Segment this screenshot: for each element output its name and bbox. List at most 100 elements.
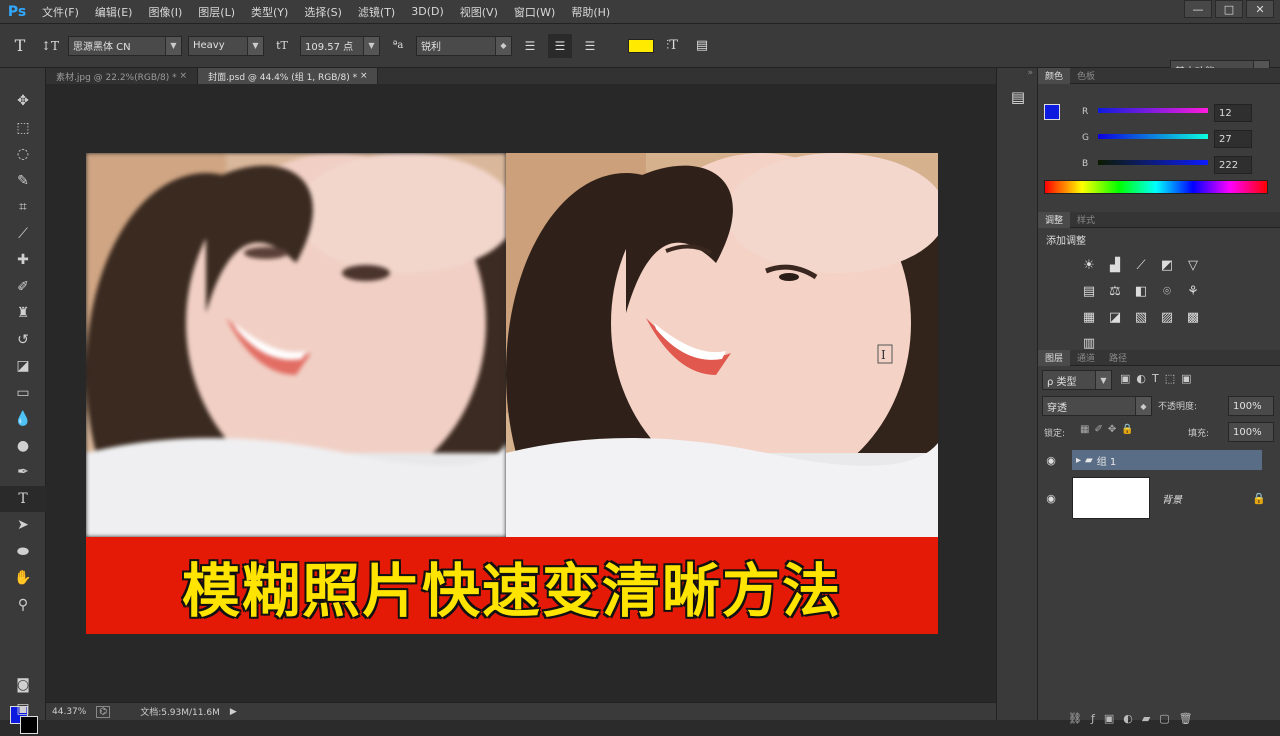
minimize-button[interactable]: — <box>1184 0 1212 18</box>
tab-adjustments[interactable]: 调整 <box>1038 211 1071 228</box>
font-size-select[interactable]: 109.57 点 ▼ <box>300 35 380 56</box>
menu-edit[interactable]: 编辑(E) <box>87 4 141 20</box>
menu-file[interactable]: 文件(F) <box>34 4 87 20</box>
blue-slider[interactable]: B 222 <box>1038 156 1280 178</box>
path-select-tool-icon[interactable]: ➤ <box>0 512 46 539</box>
selective-color-icon[interactable]: ▥ <box>1078 332 1100 354</box>
layer-row-background[interactable]: ◉ 背景 🔒 <box>1038 474 1280 522</box>
screen-mode-icon[interactable]: ▣ <box>0 696 46 723</box>
type-tool-icon[interactable]: T <box>8 34 32 58</box>
tab-color[interactable]: 颜色 <box>1038 67 1071 84</box>
document-canvas[interactable]: I 模糊照片快速变清晰方法 <box>86 153 938 634</box>
zoom-level[interactable]: 44.37% <box>52 707 86 717</box>
lock-icons[interactable]: ▦✐✥🔒 <box>1080 424 1139 435</box>
layer-filter-select[interactable]: ρ 类型 ▼ <box>1042 370 1112 390</box>
gradient-map-icon[interactable]: ▩ <box>1182 306 1204 328</box>
menu-view[interactable]: 视图(V) <box>452 4 506 20</box>
menu-image[interactable]: 图像(I) <box>140 4 190 20</box>
layer-actions[interactable]: ⛓ƒ▣◐▰▢🗑 <box>1068 712 1202 725</box>
align-center-icon[interactable]: ☰ <box>548 33 572 58</box>
vibrance-icon[interactable]: ▽ <box>1182 254 1204 276</box>
color-balance-icon[interactable]: ⚖ <box>1104 280 1126 302</box>
close-button[interactable]: ✕ <box>1246 0 1274 18</box>
green-slider[interactable]: G 27 <box>1038 130 1280 152</box>
blend-mode-select[interactable]: 穿透 ◆ <box>1042 396 1152 416</box>
ellipse-tool-icon[interactable]: ⬬ <box>0 539 46 566</box>
quick-mask-icon[interactable]: ◙ <box>0 672 46 699</box>
threshold-icon[interactable]: ▨ <box>1156 306 1178 328</box>
red-slider[interactable]: R 12 <box>1038 104 1280 126</box>
align-right-icon[interactable]: ☰ <box>578 34 602 58</box>
export-icon[interactable]: ⌬ <box>96 705 111 718</box>
channel-mixer-icon[interactable]: ⚘ <box>1182 280 1204 302</box>
layer-filter-icons[interactable]: ▣◐T⬚▣ <box>1120 372 1198 385</box>
zoom-tool-icon[interactable]: ⚲ <box>0 592 46 619</box>
invert-icon[interactable]: ◪ <box>1104 306 1126 328</box>
tab-source-jpg[interactable]: 素材.jpg @ 22.2%(RGB/8) * × <box>46 68 199 84</box>
maximize-button[interactable]: □ <box>1215 0 1243 18</box>
menu-layer[interactable]: 图层(L) <box>190 4 243 20</box>
blur-tool-icon[interactable]: 💧 <box>0 406 46 433</box>
eye-icon[interactable]: ◉ <box>1038 454 1064 467</box>
crop-tool-icon[interactable]: ⌗ <box>0 194 46 221</box>
font-style-select[interactable]: Heavy ▼ <box>188 35 264 56</box>
posterize-icon[interactable]: ▧ <box>1130 306 1152 328</box>
eye-icon[interactable]: ◉ <box>1038 492 1064 505</box>
tab-cover-psd[interactable]: 封面.psd @ 44.4% (组 1, RGB/8) * × <box>198 68 379 84</box>
brightness-icon[interactable]: ☀ <box>1078 254 1100 276</box>
menu-filter[interactable]: 滤镜(T) <box>350 4 403 20</box>
collapse-icon[interactable]: » <box>997 68 1037 82</box>
red-value[interactable]: 12 <box>1214 104 1252 122</box>
color-lookup-icon[interactable]: ▦ <box>1078 306 1100 328</box>
canvas-area[interactable]: I 模糊照片快速变清晰方法 <box>46 84 996 702</box>
font-family-select[interactable]: 思源黑体 CN ▼ <box>68 35 182 56</box>
disclosure-triangle-icon[interactable]: ▸ <box>1076 455 1081 466</box>
history-panel-icon[interactable]: ▤ <box>997 82 1039 112</box>
green-track[interactable] <box>1098 134 1208 139</box>
warp-text-icon[interactable]: ⫶T <box>660 34 684 58</box>
curves-icon[interactable]: ⟋ <box>1130 254 1152 276</box>
menu-3d[interactable]: 3D(D) <box>403 5 452 18</box>
layer-group-selected[interactable]: ▸ ▰ 组 1 <box>1072 450 1262 470</box>
healing-brush-tool-icon[interactable]: ✚ <box>0 247 46 274</box>
type-tool-icon[interactable]: T <box>0 485 46 512</box>
menu-type[interactable]: 类型(Y) <box>243 4 296 20</box>
quick-select-tool-icon[interactable]: ✎ <box>0 168 46 195</box>
red-track[interactable] <box>1098 108 1208 113</box>
menu-select[interactable]: 选择(S) <box>296 4 350 20</box>
brush-tool-icon[interactable]: ✐ <box>0 274 46 301</box>
pen-tool-icon[interactable]: ✒ <box>0 459 46 486</box>
black-white-icon[interactable]: ◧ <box>1130 280 1152 302</box>
layer-row-group[interactable]: ◉ ▸ ▰ 组 1 <box>1038 448 1280 472</box>
character-panel-icon[interactable]: ▤ <box>690 34 714 58</box>
move-tool-icon[interactable]: ✥ <box>0 88 46 115</box>
blue-track[interactable] <box>1098 160 1208 165</box>
color-spectrum[interactable] <box>1044 180 1268 194</box>
dodge-tool-icon[interactable]: ● <box>0 433 46 460</box>
align-left-icon[interactable]: ☰ <box>518 34 542 58</box>
eyedropper-tool-icon[interactable]: ⟋ <box>0 221 46 248</box>
marquee-tool-icon[interactable]: ⬚ <box>0 115 46 142</box>
lasso-tool-icon[interactable]: ◌ <box>0 141 46 168</box>
hand-tool-icon[interactable]: ✋ <box>0 565 46 592</box>
fill-field[interactable]: 100% <box>1228 422 1274 442</box>
toggle-orientation-icon[interactable]: ↕T <box>38 34 62 58</box>
history-brush-tool-icon[interactable]: ↺ <box>0 327 46 354</box>
text-color-swatch[interactable] <box>628 38 654 53</box>
gradient-tool-icon[interactable]: ▭ <box>0 380 46 407</box>
eraser-tool-icon[interactable]: ◪ <box>0 353 46 380</box>
photo-filter-icon[interactable]: ⌾ <box>1156 280 1178 302</box>
blue-value[interactable]: 222 <box>1214 156 1252 174</box>
antialias-select[interactable]: 锐利 ◆ <box>416 35 512 56</box>
levels-icon[interactable]: ▟ <box>1104 254 1126 276</box>
menu-help[interactable]: 帮助(H) <box>563 4 618 20</box>
tab-swatches[interactable]: 色板 <box>1070 68 1102 84</box>
tab-styles[interactable]: 样式 <box>1070 212 1102 228</box>
hue-saturation-icon[interactable]: ▤ <box>1078 280 1100 302</box>
opacity-field[interactable]: 100% <box>1228 396 1274 416</box>
exposure-icon[interactable]: ◩ <box>1156 254 1178 276</box>
menu-window[interactable]: 窗口(W) <box>506 4 563 20</box>
tab-layers[interactable]: 图层 <box>1038 349 1071 366</box>
clone-stamp-tool-icon[interactable]: ♜ <box>0 300 46 327</box>
green-value[interactable]: 27 <box>1214 130 1252 148</box>
